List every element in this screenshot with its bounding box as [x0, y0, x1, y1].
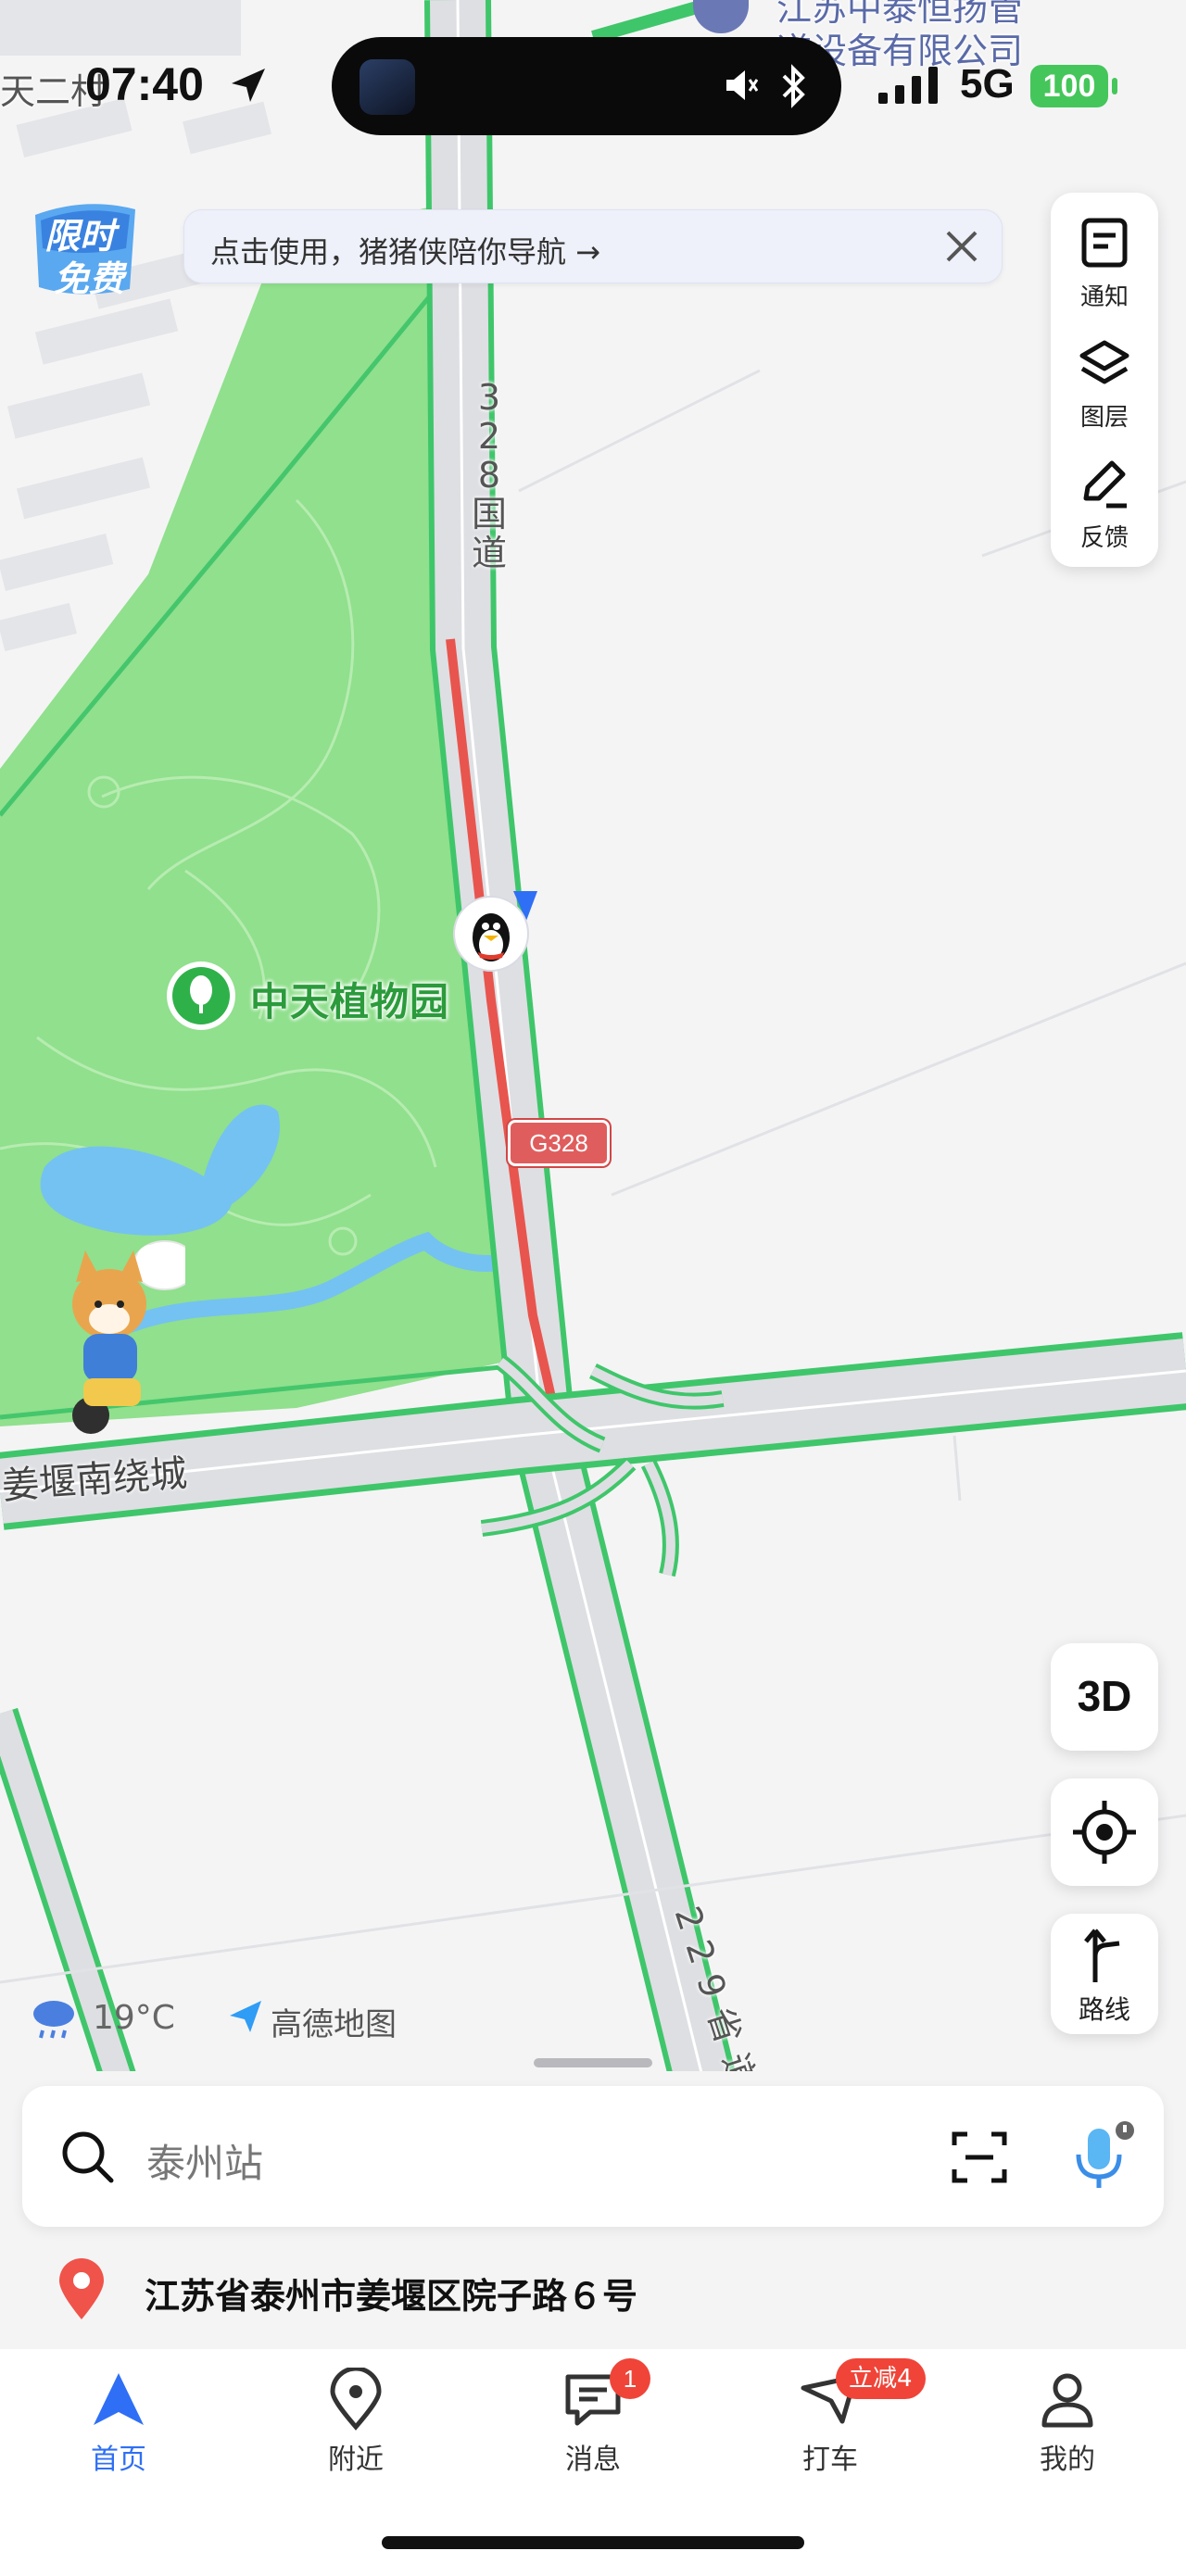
- feedback-label: 反馈: [1079, 524, 1129, 552]
- tab-profile-label: 我的: [1040, 2444, 1095, 2476]
- tab-taxi[interactable]: 立减4 打车: [747, 2349, 926, 2497]
- user-location-marker[interactable]: [448, 887, 537, 976]
- crosshair-icon: [1073, 1801, 1136, 1864]
- home-indicator[interactable]: [382, 2536, 804, 2549]
- feedback-button[interactable]: 反馈: [1051, 441, 1158, 559]
- close-icon[interactable]: [942, 227, 981, 266]
- search-icon: [62, 2131, 114, 2183]
- location-pin-icon: [59, 2258, 104, 2319]
- weather-rain-icon: [28, 1995, 80, 2040]
- brand-logo-text: 高德地图: [271, 2006, 397, 2043]
- layers-label: 图层: [1079, 404, 1129, 432]
- battery-indicator: 100: [1030, 65, 1108, 107]
- 3d-toggle-button[interactable]: 3D: [1051, 1643, 1158, 1751]
- tab-nearby[interactable]: 附近: [272, 2349, 439, 2497]
- notify-label: 通知: [1079, 283, 1129, 311]
- tab-home-label: 首页: [91, 2444, 146, 2476]
- tab-messages-label: 消息: [565, 2444, 621, 2476]
- tab-nearby-label: 附近: [328, 2444, 384, 2476]
- tab-messages[interactable]: 1 消息: [510, 2349, 676, 2497]
- message-count-badge: 1: [610, 2358, 650, 2399]
- island-app-icon: [360, 59, 415, 115]
- scan-icon[interactable]: [951, 2129, 1008, 2186]
- promo-banner-text[interactable]: 点击使用，猪猪侠陪你导航 →: [210, 229, 600, 271]
- dynamic-island[interactable]: [332, 37, 841, 135]
- location-services-icon: [232, 69, 265, 102]
- tab-taxi-label: 打车: [802, 2444, 858, 2476]
- status-time: 07:40: [85, 58, 204, 110]
- notify-button[interactable]: 通知: [1051, 200, 1158, 319]
- current-address[interactable]: 江苏省泰州市姜堰区院子路６号: [145, 2268, 637, 2318]
- layers-icon: [1079, 340, 1129, 384]
- park-poi-icon[interactable]: [165, 960, 237, 1032]
- tab-profile[interactable]: 我的: [984, 2349, 1151, 2497]
- voice-assistant-icon[interactable]: [1064, 2119, 1138, 2193]
- road-shield-g328: G328: [508, 1120, 610, 1166]
- battery-tip: [1112, 78, 1117, 94]
- locate-me-button[interactable]: [1051, 1778, 1158, 1886]
- road-label-328: 328国道: [471, 377, 507, 573]
- sheet-drag-handle[interactable]: [534, 2058, 652, 2067]
- profile-icon: [1041, 2373, 1093, 2428]
- bluetooth-icon: [782, 64, 805, 108]
- location-pin-icon: [330, 2368, 382, 2431]
- amap-logo-icon: [226, 1997, 265, 2036]
- route-button[interactable]: 路线: [1051, 1914, 1158, 2034]
- edit-pencil-icon: [1083, 460, 1127, 509]
- route-label: 路线: [1078, 1994, 1130, 2025]
- navigation-arrow-icon: [94, 2373, 144, 2425]
- notify-icon: [1081, 218, 1128, 268]
- map-canvas[interactable]: [0, 0, 1186, 2084]
- tab-home[interactable]: 首页: [35, 2349, 202, 2497]
- weather-temperature[interactable]: 19°C: [93, 1999, 175, 2037]
- promo-banner[interactable]: 点击使用，猪猪侠陪你导航 →: [183, 209, 1003, 283]
- layers-button[interactable]: 图层: [1051, 320, 1158, 439]
- badge-line2: 免费: [54, 258, 125, 299]
- map-tool-panel: 通知 图层 反馈: [1051, 193, 1158, 567]
- search-bar[interactable]: 泰州站: [22, 2086, 1164, 2227]
- navigation-character-icon[interactable]: [56, 1230, 197, 1443]
- 3d-label: 3D: [1077, 1672, 1132, 1720]
- limited-free-badge[interactable]: 限时 免费: [26, 196, 145, 300]
- search-input[interactable]: 泰州站: [146, 2132, 263, 2189]
- cellular-signal-icon: [878, 67, 938, 104]
- network-type: 5G: [960, 61, 1015, 107]
- taxi-discount-badge: 立减4: [836, 2358, 926, 2399]
- park-poi-label[interactable]: 中天植物园: [250, 971, 449, 1027]
- route-turn-icon: [1084, 1929, 1120, 1982]
- speaker-icon: [726, 70, 758, 100]
